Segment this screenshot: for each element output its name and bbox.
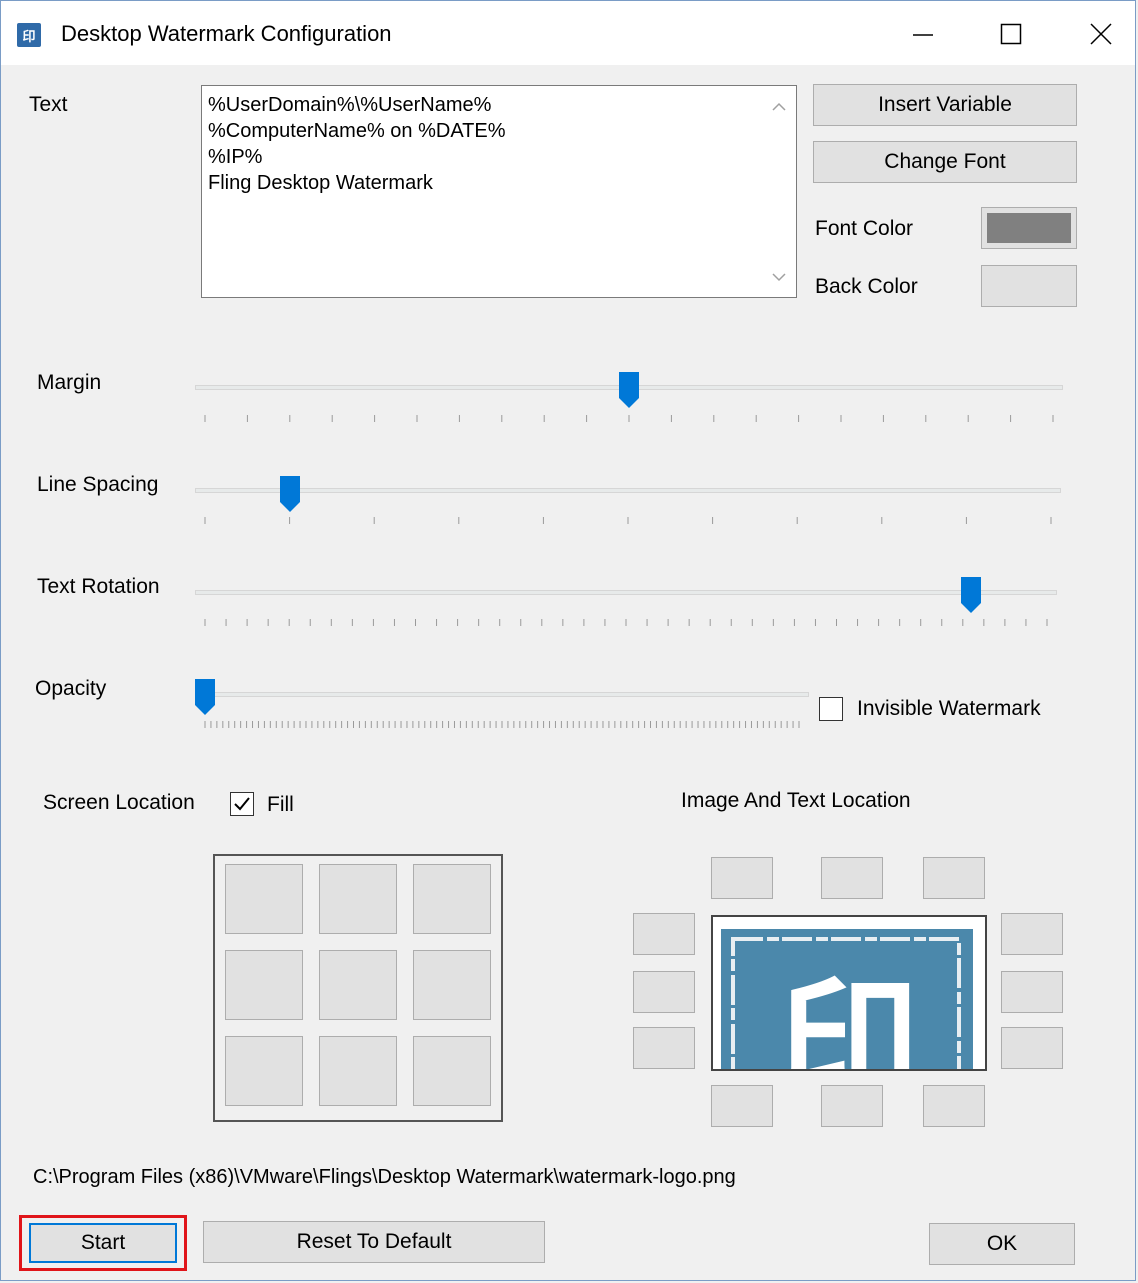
- screen-location-bottom-right[interactable]: [413, 1036, 491, 1106]
- maximize-button[interactable]: [981, 11, 1041, 57]
- invisible-watermark-label: Invisible Watermark: [857, 697, 1041, 720]
- opacity-label: Opacity: [35, 677, 107, 700]
- image-location-right-middle[interactable]: [1001, 971, 1063, 1013]
- margin-label: Margin: [37, 371, 102, 394]
- start-button[interactable]: Start: [29, 1223, 177, 1263]
- opacity-slider-ticks: [195, 717, 809, 728]
- window-title: Desktop Watermark Configuration: [61, 21, 392, 46]
- opacity-slider-track[interactable]: [195, 692, 809, 697]
- text-line: %UserDomain%\%UserName%: [208, 94, 492, 116]
- back-color-fill: [987, 271, 1071, 301]
- font-color-fill: [987, 213, 1071, 243]
- reset-to-default-button[interactable]: Reset To Default: [203, 1221, 545, 1263]
- screen-location-middle-right[interactable]: [413, 950, 491, 1020]
- screen-location-grid: [213, 854, 503, 1122]
- minimize-icon: [913, 34, 933, 36]
- image-path-text: C:\Program Files (x86)\VMware\Flings\Des…: [33, 1166, 736, 1188]
- margin-slider-ticks: [195, 411, 1063, 422]
- dialog-window: 印 Desktop Watermark Configuration Text %…: [0, 0, 1136, 1281]
- tick-marks: [204, 721, 800, 728]
- image-location-left-middle[interactable]: [633, 971, 695, 1013]
- margin-slider-thumb[interactable]: [618, 371, 640, 409]
- font-color-swatch[interactable]: [981, 207, 1077, 249]
- text-lines: %UserDomain%\%UserName% %ComputerName% o…: [208, 92, 506, 196]
- line-spacing-slider-track[interactable]: [195, 488, 1061, 493]
- scrollbar-arrows: [772, 102, 786, 282]
- screen-location-middle-left[interactable]: [225, 950, 303, 1020]
- back-color-label: Back Color: [815, 275, 918, 298]
- watermark-text-area[interactable]: %UserDomain%\%UserName% %ComputerName% o…: [201, 85, 797, 298]
- title-bar: 印 Desktop Watermark Configuration: [1, 1, 1135, 65]
- image-location-top-left[interactable]: [711, 857, 773, 899]
- screen-location-top-left[interactable]: [225, 864, 303, 934]
- close-button[interactable]: [1071, 11, 1131, 57]
- tick-marks: [204, 415, 1054, 422]
- text-line: %ComputerName% on %DATE%: [208, 120, 506, 142]
- tick-marks: [204, 619, 1048, 626]
- app-icon: 印: [17, 23, 41, 47]
- image-location-top-center[interactable]: [821, 857, 883, 899]
- text-label: Text: [29, 93, 68, 116]
- line-spacing-slider-thumb[interactable]: [279, 475, 301, 513]
- image-location-bottom-right[interactable]: [923, 1085, 985, 1127]
- image-location-left-top[interactable]: [633, 913, 695, 955]
- seal-logo-image: 印: [721, 929, 973, 1069]
- line-spacing-slider-ticks: [195, 513, 1061, 524]
- back-color-swatch[interactable]: [981, 265, 1077, 307]
- text-rotation-label: Text Rotation: [37, 575, 160, 598]
- slider-thumb-icon: [619, 372, 639, 408]
- screen-location-center[interactable]: [319, 950, 397, 1020]
- invisible-watermark-checkbox[interactable]: [819, 697, 843, 721]
- change-font-button[interactable]: Change Font: [813, 141, 1077, 183]
- text-line: %IP%: [208, 146, 263, 168]
- close-icon: [1090, 23, 1112, 45]
- image-location-bottom-center[interactable]: [821, 1085, 883, 1127]
- textarea-scrollbar[interactable]: [762, 86, 796, 297]
- watermark-logo-preview: 印: [711, 915, 987, 1071]
- insert-variable-button[interactable]: Insert Variable: [813, 84, 1077, 126]
- line-spacing-label: Line Spacing: [37, 473, 159, 496]
- scroll-down-icon: [772, 273, 786, 282]
- minimize-button[interactable]: [893, 11, 953, 57]
- screen-location-bottom-center[interactable]: [319, 1036, 397, 1106]
- screen-location-bottom-left[interactable]: [225, 1036, 303, 1106]
- text-line: Fling Desktop Watermark: [208, 172, 433, 194]
- image-location-bottom-left[interactable]: [711, 1085, 773, 1127]
- screen-location-label: Screen Location: [43, 791, 195, 814]
- fill-label: Fill: [267, 793, 294, 816]
- image-location-top-right[interactable]: [923, 857, 985, 899]
- image-location-left-bottom[interactable]: [633, 1027, 695, 1069]
- screen-location-top-center[interactable]: [319, 864, 397, 934]
- slider-thumb-icon: [961, 577, 982, 613]
- slider-thumb-icon: [195, 679, 215, 715]
- text-rotation-slider-track[interactable]: [195, 590, 1057, 595]
- fill-checkbox[interactable]: [230, 792, 254, 816]
- ok-button[interactable]: OK: [929, 1223, 1075, 1265]
- tick-marks: [204, 517, 1052, 524]
- svg-text:印: 印: [779, 964, 919, 1069]
- image-location-right-bottom[interactable]: [1001, 1027, 1063, 1069]
- text-rotation-slider-ticks: [195, 615, 1057, 626]
- checkmark-icon: [234, 797, 250, 811]
- slider-thumb-icon: [279, 476, 300, 512]
- scroll-up-icon: [772, 102, 786, 111]
- image-text-location-label: Image And Text Location: [681, 789, 911, 812]
- screen-location-top-right[interactable]: [413, 864, 491, 934]
- text-rotation-slider-thumb[interactable]: [960, 576, 982, 614]
- maximize-icon: [1000, 23, 1022, 45]
- font-color-label: Font Color: [815, 217, 914, 240]
- opacity-slider-thumb[interactable]: [194, 678, 216, 716]
- image-location-right-top[interactable]: [1001, 913, 1063, 955]
